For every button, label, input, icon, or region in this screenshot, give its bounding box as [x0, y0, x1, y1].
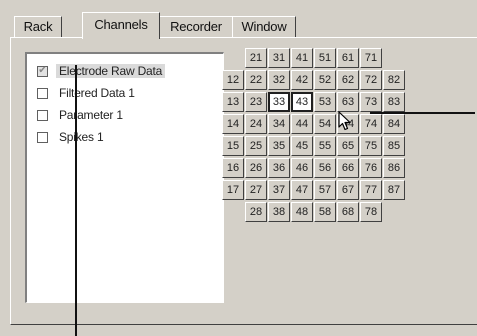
channel-button-36[interactable]: 36 [268, 158, 290, 178]
tab-window[interactable]: Window [232, 16, 296, 37]
checkbox[interactable] [37, 109, 48, 121]
stream-list[interactable]: ✔ Electrode Raw Data Filtered Data 1 Par… [25, 52, 224, 303]
channel-button-57[interactable]: 57 [314, 180, 336, 200]
channel-button-74[interactable]: 74 [360, 114, 382, 134]
channel-button-85[interactable]: 85 [383, 136, 405, 156]
channel-button-24[interactable]: 24 [245, 114, 267, 134]
channel-button-21[interactable]: 21 [245, 48, 267, 68]
channel-button-71[interactable]: 71 [360, 48, 382, 68]
tab-channels[interactable]: Channels [82, 12, 160, 39]
channel-button-14[interactable]: 14 [222, 114, 244, 134]
stream-item-spikes[interactable]: Spikes 1 [37, 128, 106, 146]
channel-button-16[interactable]: 16 [222, 158, 244, 178]
channel-button-25[interactable]: 25 [245, 136, 267, 156]
channel-button-58[interactable]: 58 [314, 202, 336, 222]
channel-button-67[interactable]: 67 [337, 180, 359, 200]
checkmark-icon: ✔ [38, 65, 47, 76]
channel-button-27[interactable]: 27 [245, 180, 267, 200]
channel-button-72[interactable]: 72 [360, 70, 382, 90]
callout-line-horizontal [370, 112, 475, 114]
channel-button-82[interactable]: 82 [383, 70, 405, 90]
channel-button-35[interactable]: 35 [268, 136, 290, 156]
channel-button-66[interactable]: 66 [337, 158, 359, 178]
channel-button-78[interactable]: 78 [360, 202, 382, 222]
channel-button-44[interactable]: 44 [291, 114, 313, 134]
channel-button-15[interactable]: 15 [222, 136, 244, 156]
stream-item-parameter[interactable]: Parameter 1 [37, 106, 126, 124]
stream-item-electrode-raw-data[interactable]: ✔ Electrode Raw Data [37, 62, 166, 80]
channel-button-55[interactable]: 55 [314, 136, 336, 156]
channels-panel: ✔ Electrode Raw Data Filtered Data 1 Par… [10, 37, 477, 325]
channel-button-56[interactable]: 56 [314, 158, 336, 178]
stream-label: Spikes 1 [59, 130, 104, 144]
channel-button-53[interactable]: 53 [314, 92, 336, 112]
checkbox[interactable]: ✔ [37, 65, 48, 77]
channel-button-23[interactable]: 23 [245, 92, 267, 112]
channel-button-68[interactable]: 68 [337, 202, 359, 222]
channel-button-41[interactable]: 41 [291, 48, 313, 68]
channel-button-62[interactable]: 62 [337, 70, 359, 90]
channel-button-75[interactable]: 75 [360, 136, 382, 156]
channel-button-32[interactable]: 32 [268, 70, 290, 90]
channel-button-47[interactable]: 47 [291, 180, 313, 200]
channel-button-38[interactable]: 38 [268, 202, 290, 222]
stream-label: Parameter 1 [59, 108, 123, 122]
checkbox[interactable] [37, 131, 48, 143]
tab-rack[interactable]: Rack [14, 16, 62, 37]
channel-button-37[interactable]: 37 [268, 180, 290, 200]
channel-button-54[interactable]: 54 [314, 114, 336, 134]
channel-button-22[interactable]: 22 [245, 70, 267, 90]
channel-button-51[interactable]: 51 [314, 48, 336, 68]
arrow-cursor-icon [338, 111, 351, 131]
channel-button-87[interactable]: 87 [383, 180, 405, 200]
channel-button-31[interactable]: 31 [268, 48, 290, 68]
channel-button-73[interactable]: 73 [360, 92, 382, 112]
channel-button-61[interactable]: 61 [337, 48, 359, 68]
channel-button-26[interactable]: 26 [245, 158, 267, 178]
stream-item-filtered-data[interactable]: Filtered Data 1 [37, 84, 138, 102]
channel-button-77[interactable]: 77 [360, 180, 382, 200]
channel-button-52[interactable]: 52 [314, 70, 336, 90]
channel-button-33[interactable]: 33 [268, 92, 290, 112]
channel-button-13[interactable]: 13 [222, 92, 244, 112]
channels-window: Rack Channels Recorder Window ✔ Electrod… [0, 0, 477, 336]
channel-button-43[interactable]: 43 [291, 92, 313, 112]
channel-button-63[interactable]: 63 [337, 92, 359, 112]
stream-label: Electrode Raw Data [56, 64, 166, 78]
stream-label: Filtered Data 1 [59, 86, 135, 100]
channel-button-28[interactable]: 28 [245, 202, 267, 222]
channel-button-65[interactable]: 65 [337, 136, 359, 156]
channel-button-86[interactable]: 86 [383, 158, 405, 178]
channel-button-84[interactable]: 84 [383, 114, 405, 134]
tab-recorder[interactable]: Recorder [159, 16, 233, 37]
channel-button-48[interactable]: 48 [291, 202, 313, 222]
channel-button-83[interactable]: 83 [383, 92, 405, 112]
channel-button-46[interactable]: 46 [291, 158, 313, 178]
checkbox[interactable] [37, 87, 48, 99]
callout-line-vertical [75, 65, 77, 336]
channel-button-45[interactable]: 45 [291, 136, 313, 156]
channel-button-76[interactable]: 76 [360, 158, 382, 178]
channel-button-12[interactable]: 12 [222, 70, 244, 90]
channel-button-34[interactable]: 34 [268, 114, 290, 134]
channel-button-42[interactable]: 42 [291, 70, 313, 90]
channel-button-17[interactable]: 17 [222, 180, 244, 200]
